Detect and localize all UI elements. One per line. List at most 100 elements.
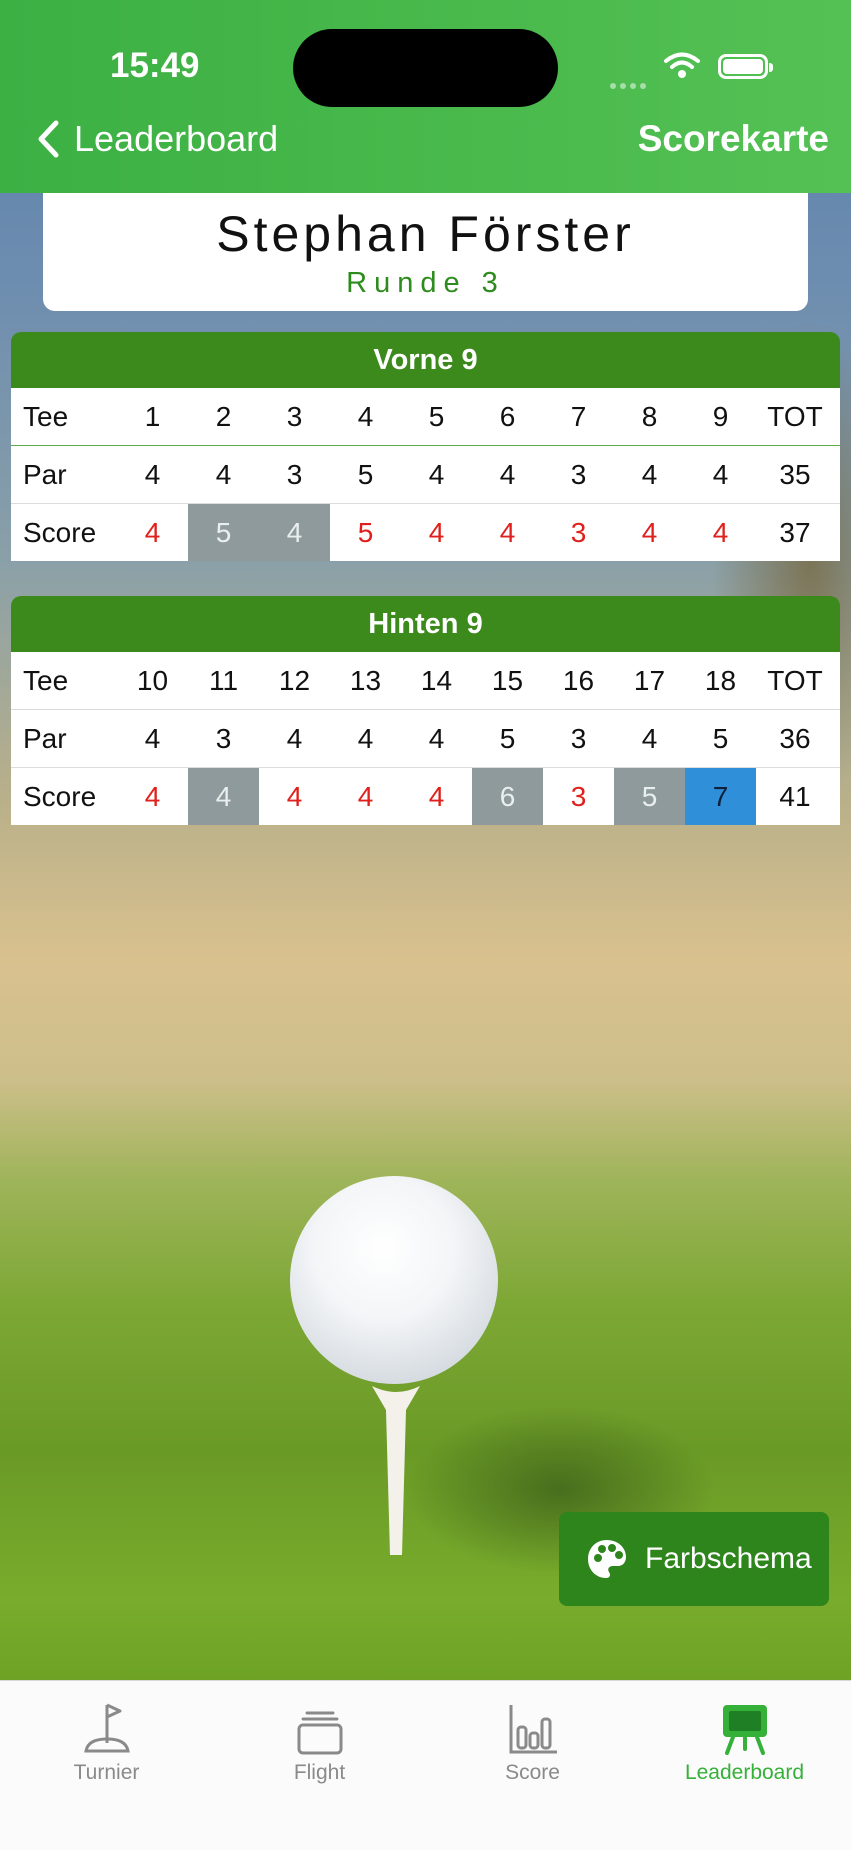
golf-ball-image [290,1176,498,1384]
front-par-row: Par 4 4 3 5 4 4 3 4 4 35 [11,445,840,503]
hole-number: 11 [208,665,239,696]
score-cell[interactable]: 4 [117,504,188,561]
par-cell: 3 [286,459,303,490]
score-cell[interactable]: 5 [330,504,401,561]
par-cell: 4 [215,459,232,490]
tab-flight[interactable]: Flight [213,1693,426,1785]
par-cell: 4 [286,723,303,754]
par-total: 35 [779,458,811,490]
back-button[interactable]: Leaderboard [36,118,278,160]
page-title: Scorekarte [637,118,829,159]
hole-number: 15 [491,665,524,696]
score-cell[interactable]: 4 [472,504,543,561]
front-score-row: Score 4 5 4 5 4 4 3 4 4 37 [11,503,840,561]
par-cell: 4 [357,723,374,754]
hole-number: 18 [704,665,737,696]
color-scheme-button[interactable]: Farbschema [559,1512,829,1606]
back-button-label: Leaderboard [74,118,279,159]
front-tee-row: Tee 1 2 3 4 5 6 7 8 9 TOT [11,388,840,445]
back-nine-title: Hinten 9 [11,596,840,652]
par-cell: 5 [712,723,729,754]
hole-number: 4 [357,401,374,432]
back-par-row: Par 4 3 4 4 4 5 3 4 5 36 [11,709,840,767]
tab-label: Turnier [73,1761,140,1784]
row-label: Tee [23,664,69,696]
front-nine-card: Vorne 9 Tee 1 2 3 4 5 6 7 8 9 TOT Par 4 … [11,332,840,561]
back-tee-row: Tee 10 11 12 13 14 15 16 17 18 TOT [11,652,840,709]
score-cell[interactable]: 4 [401,768,472,825]
cellular-signal-icon [610,76,650,94]
golf-tee-image [372,1386,420,1555]
score-cell[interactable]: 3 [543,504,614,561]
par-cell: 3 [570,723,587,754]
chevron-left-icon [38,120,59,158]
score-cell[interactable]: 4 [188,768,259,825]
hole-number: 14 [420,665,453,696]
hole-number: 13 [349,665,382,696]
score-cell[interactable]: 5 [188,504,259,561]
score-total: 37 [779,516,811,548]
wifi-icon [664,52,700,78]
score-total: 41 [779,780,811,812]
score-cell[interactable]: 4 [401,504,472,561]
back-nine-card: Hinten 9 Tee 10 11 12 13 14 15 16 17 18 … [11,596,840,825]
row-label: Par [23,458,67,490]
par-cell: 4 [712,459,729,490]
score-cell[interactable]: 4 [330,768,401,825]
back-score-row: Score 4 4 4 4 4 6 3 5 7 41 [11,767,840,825]
score-cell[interactable]: 4 [259,504,330,561]
score-cell[interactable]: 7 [685,768,756,825]
battery-icon [718,54,773,79]
par-cell: 5 [357,459,374,490]
tab-label: Flight [293,1761,346,1784]
round-label: Runde 3 [346,267,505,299]
score-cell[interactable]: 5 [614,768,685,825]
front-nine-title: Vorne 9 [11,332,840,388]
palette-icon [588,1540,626,1578]
tab-label: Leaderboard [684,1761,805,1784]
par-cell: 4 [641,723,658,754]
flag-icon [83,1703,130,1753]
total-header: TOT [767,664,823,696]
hole-number: 3 [286,401,303,432]
par-cell: 4 [428,723,445,754]
hole-number: 1 [144,401,161,432]
tab-turnier[interactable]: Turnier [0,1693,213,1785]
par-cell: 3 [570,459,587,490]
total-header: TOT [767,400,823,432]
player-name: Stephan Förster [216,206,635,262]
hole-number: 12 [278,665,311,696]
hole-number: 9 [712,401,729,432]
row-label: Score [23,516,97,548]
hole-number: 2 [215,401,232,432]
dynamic-island [293,29,558,107]
row-label: Tee [23,400,69,432]
par-cell: 4 [144,723,161,754]
tab-leaderboard[interactable]: Leaderboard [638,1693,851,1785]
row-label: Score [23,780,97,812]
hole-number: 16 [562,665,595,696]
hole-number: 8 [641,401,658,432]
hole-number: 7 [570,401,587,432]
score-cell[interactable]: 4 [259,768,330,825]
score-cell[interactable]: 4 [614,504,685,561]
par-cell: 4 [641,459,658,490]
par-cell: 4 [144,459,161,490]
score-cell[interactable]: 4 [685,504,756,561]
easel-board-icon [722,1705,767,1755]
bar-chart-icon [509,1705,557,1754]
tab-score[interactable]: Score [426,1693,639,1785]
score-cell[interactable]: 6 [472,768,543,825]
par-total: 36 [779,722,811,754]
score-cell[interactable]: 4 [117,768,188,825]
navigation-bar: 15:49 Leaderboard Scorekarte [0,0,851,193]
status-time: 15:49 [110,46,200,85]
hole-number: 10 [136,665,169,696]
score-cell[interactable]: 3 [543,768,614,825]
par-cell: 4 [499,459,516,490]
tab-bar: Turnier Flight Score Leaderboard [0,1680,851,1850]
player-card: Stephan Förster Runde 3 [43,193,808,311]
color-scheme-label: Farbschema [645,1542,812,1575]
hole-number: 5 [428,401,445,432]
hole-number: 6 [499,401,516,432]
